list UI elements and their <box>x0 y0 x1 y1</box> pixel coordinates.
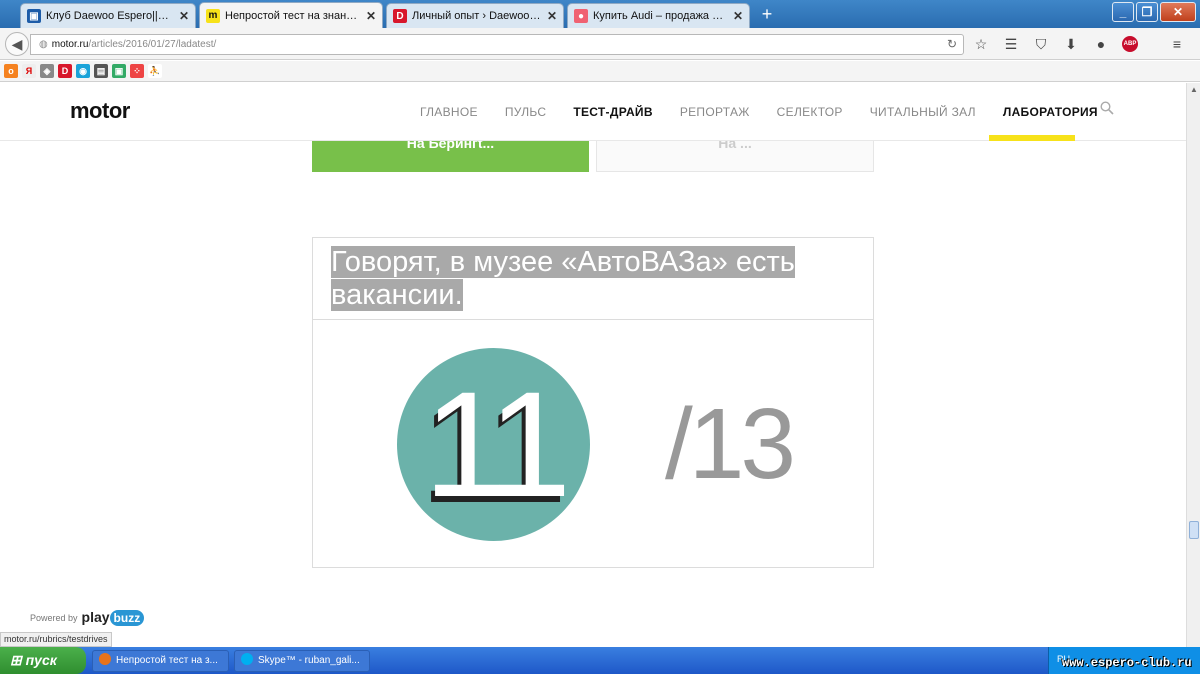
runner-icon[interactable]: ⛹ <box>148 64 162 78</box>
bookmarks-toolbar: о Я ◈ D ◉ ▤ ▣ ⁘ ⛹ <box>0 61 1200 82</box>
search-icon[interactable] <box>1100 101 1114 115</box>
chat-icon[interactable]: ● <box>1092 34 1110 54</box>
tab-label: Личный опыт › Daewoo Espe... <box>412 10 543 22</box>
playbuzz-logo: play buzz <box>82 609 145 626</box>
start-label: пуск <box>25 652 57 668</box>
tab-daewoo-club[interactable]: ▣ Клуб Daewoo Espero||Кто е... ✕ <box>20 3 196 28</box>
window-controls: _ ❐ ✕ <box>1112 2 1196 22</box>
yandex-icon[interactable]: Я <box>22 64 36 78</box>
taskbar-item-label: Непростой тест на з... <box>116 655 218 666</box>
url-path: /articles/2016/01/27/ladatest/ <box>88 39 217 50</box>
site-logo[interactable]: motor <box>70 98 130 124</box>
close-icon[interactable]: ✕ <box>733 9 743 23</box>
site-header: motor ГЛАВНОЕ ПУЛЬС ТЕСТ-ДРАЙВ РЕПОРТАЖ … <box>0 83 1186 141</box>
download-icon[interactable]: ⬇ <box>1062 34 1080 54</box>
navigation-toolbar: ◀ ◍ motor.ru/articles/2016/01/27/ladatest… <box>0 28 1200 60</box>
drive2-d-icon: D <box>393 9 407 23</box>
eye-icon[interactable]: ◉ <box>76 64 90 78</box>
active-menu-indicator <box>989 135 1075 141</box>
tab-label: Непростой тест на знание а... <box>225 9 362 22</box>
drive2-bookmark-icon[interactable]: D <box>58 64 72 78</box>
menu-item-main[interactable]: ГЛАВНОЕ <box>420 105 478 119</box>
scroll-up-icon[interactable]: ▲ <box>1187 83 1200 97</box>
new-tab-button[interactable]: + <box>756 4 778 24</box>
tab-label: Купить Audi – продажа под... <box>593 10 729 22</box>
shield-icon[interactable]: ◈ <box>40 64 54 78</box>
page-scrollbar[interactable]: ▲ <box>1186 83 1200 647</box>
pocket-icon[interactable]: ⛉ <box>1032 34 1050 54</box>
back-button[interactable]: ◀ <box>5 32 29 56</box>
playbuzz-play: play <box>81 609 110 625</box>
dots-icon[interactable]: ⁘ <box>130 64 144 78</box>
maximize-icon[interactable]: ❐ <box>1136 2 1158 22</box>
score-total: /13 <box>665 388 796 500</box>
avito-icon: ● <box>574 9 588 23</box>
close-icon[interactable]: ✕ <box>179 9 189 23</box>
watermark-text: www.espero-club.ru <box>1062 656 1192 670</box>
motor-m-icon: m <box>206 8 220 23</box>
answer-option-right[interactable]: На ... <box>596 141 874 172</box>
menu-item-laboratory[interactable]: ЛАБОРАТОРИЯ <box>1003 105 1098 119</box>
answer-right-label: На ... <box>718 141 752 151</box>
menu-hamburger-icon[interactable]: ≡ <box>1168 34 1186 54</box>
url-bar[interactable]: ◍ motor.ru/articles/2016/01/27/ladatest/ … <box>30 34 964 55</box>
odnoklassniki-icon[interactable]: о <box>4 64 18 78</box>
firefox-icon <box>99 653 111 665</box>
answer-option-left[interactable]: На Берингt... <box>312 141 589 172</box>
score-value: 11 <box>423 360 572 528</box>
menu-item-selector[interactable]: СЕЛЕКТОР <box>777 105 843 119</box>
globe-icon: ◍ <box>39 39 48 50</box>
web-page: motor ГЛАВНОЕ ПУЛЬС ТЕСТ-ДРАЙВ РЕПОРТАЖ … <box>0 83 1186 647</box>
tab-drive2[interactable]: D Личный опыт › Daewoo Espe... ✕ <box>386 3 564 28</box>
taskbar-item-skype[interactable]: Skype™ - ruban_gali... <box>234 650 370 672</box>
result-title-box: Говорят, в музее «АвтоВАЗа» есть ваканси… <box>313 238 873 320</box>
playbuzz-credit[interactable]: Powered by play buzz <box>30 609 145 626</box>
url-domain: motor.ru <box>51 39 89 50</box>
clapper-icon[interactable]: ▤ <box>94 64 108 78</box>
browser-tab-bar: ▣ Клуб Daewoo Espero||Кто е... ✕ m Непро… <box>0 0 1200 28</box>
minimize-icon[interactable]: _ <box>1112 2 1134 22</box>
menu-item-testdrive[interactable]: ТЕСТ-ДРАЙВ <box>573 105 652 119</box>
skype-icon <box>241 653 253 665</box>
adblock-icon[interactable]: ABP <box>1122 36 1138 52</box>
menu-item-pulse[interactable]: ПУЛЬС <box>505 105 547 119</box>
site-menu: ГЛАВНОЕ ПУЛЬС ТЕСТ-ДРАЙВ РЕПОРТАЖ СЕЛЕКТ… <box>420 105 1098 119</box>
result-title: Говорят, в музее «АвтоВАЗа» есть ваканси… <box>331 246 795 311</box>
bookmark-star-icon[interactable]: ☆ <box>972 34 990 54</box>
menu-item-reading-room[interactable]: ЧИТАЛЬНЫЙ ЗАЛ <box>870 105 976 119</box>
playbuzz-buzz: buzz <box>109 610 145 626</box>
start-button[interactable]: ⊞ пуск <box>0 647 86 674</box>
menu-item-report[interactable]: РЕПОРТАЖ <box>680 105 750 119</box>
windows-taskbar: ⊞ пуск Непростой тест на з... Skype™ - r… <box>0 647 1200 674</box>
close-icon[interactable]: ✕ <box>547 9 557 23</box>
close-icon[interactable]: ✕ <box>366 9 376 23</box>
answer-left-label: На Берингt... <box>406 141 495 151</box>
status-bar-url: motor.ru/rubrics/testdrives <box>0 632 112 647</box>
quiz-result-card: Говорят, в музее «АвтоВАЗа» есть ваканси… <box>312 237 874 568</box>
taskbar-item-label: Skype™ - ruban_gali... <box>258 655 360 666</box>
reading-list-icon[interactable]: ☰ <box>1002 34 1020 54</box>
toolbar-icons: ☆ ☰ ⛉ ⬇ ● ABP ≡ <box>972 34 1186 54</box>
taskbar-item-firefox[interactable]: Непростой тест на з... <box>92 650 229 672</box>
tab-label: Клуб Daewoo Espero||Кто е... <box>46 10 175 22</box>
tab-motor-test[interactable]: m Непростой тест на знание а... ✕ <box>199 2 383 28</box>
daewoo-icon: ▣ <box>27 9 41 23</box>
scroll-thumb[interactable] <box>1189 521 1199 539</box>
powered-by-label: Powered by <box>30 612 78 623</box>
tab-avito[interactable]: ● Купить Audi – продажа под... ✕ <box>567 3 750 28</box>
window-close-icon[interactable]: ✕ <box>1160 2 1196 22</box>
reload-icon[interactable]: ↻ <box>947 35 957 54</box>
media-icon[interactable]: ▣ <box>112 64 126 78</box>
